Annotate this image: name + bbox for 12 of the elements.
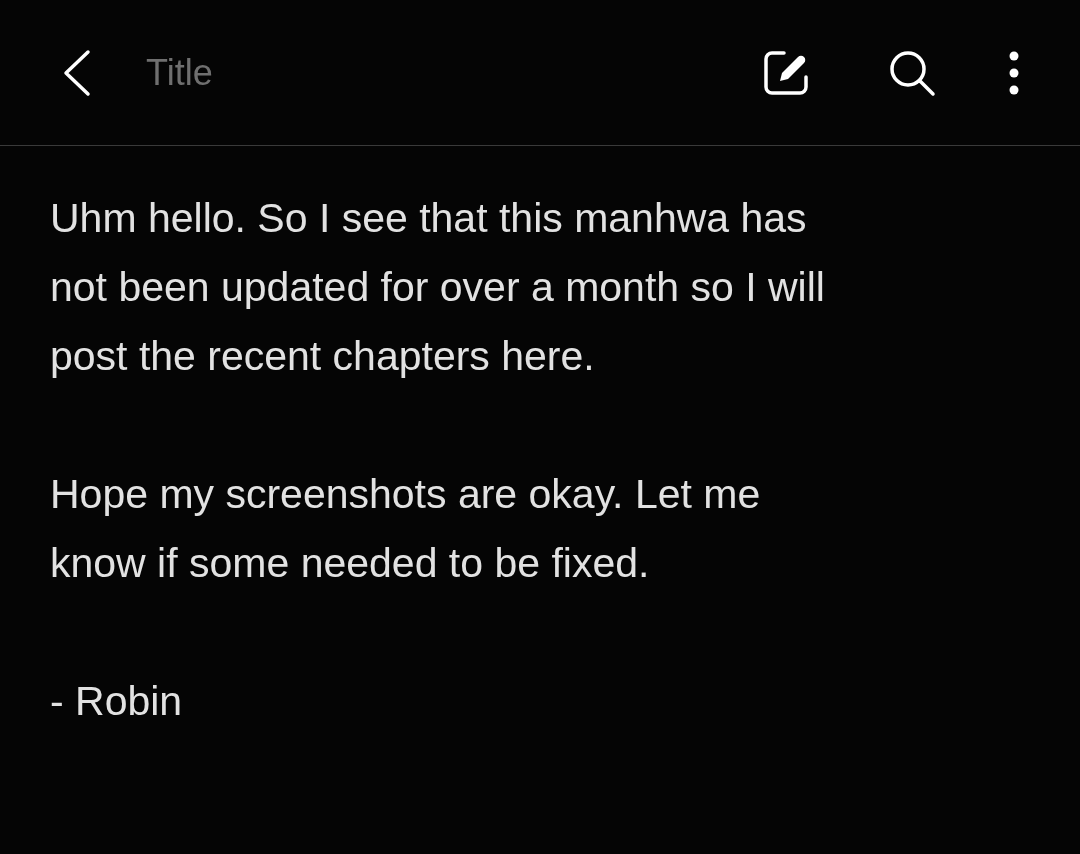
back-icon [62, 48, 92, 97]
edit-button[interactable] [762, 48, 810, 97]
note-paragraph: Hope my screenshots are okay. Let me know if some needed to be fixed. [50, 470, 762, 588]
title-field[interactable]: Title [144, 50, 684, 95]
search-icon [888, 48, 936, 97]
search-button[interactable] [888, 48, 936, 97]
note-paragraph: - Robin [50, 677, 184, 726]
more-icon [1008, 50, 1020, 95]
note-paragraph: Uhm hello. So I see that this manhwa has not been updated for over a month so I will post the recent chapters here. [50, 194, 826, 381]
back-button[interactable] [62, 48, 92, 97]
more-options-button[interactable] [1008, 50, 1020, 95]
edit-icon [762, 48, 810, 97]
